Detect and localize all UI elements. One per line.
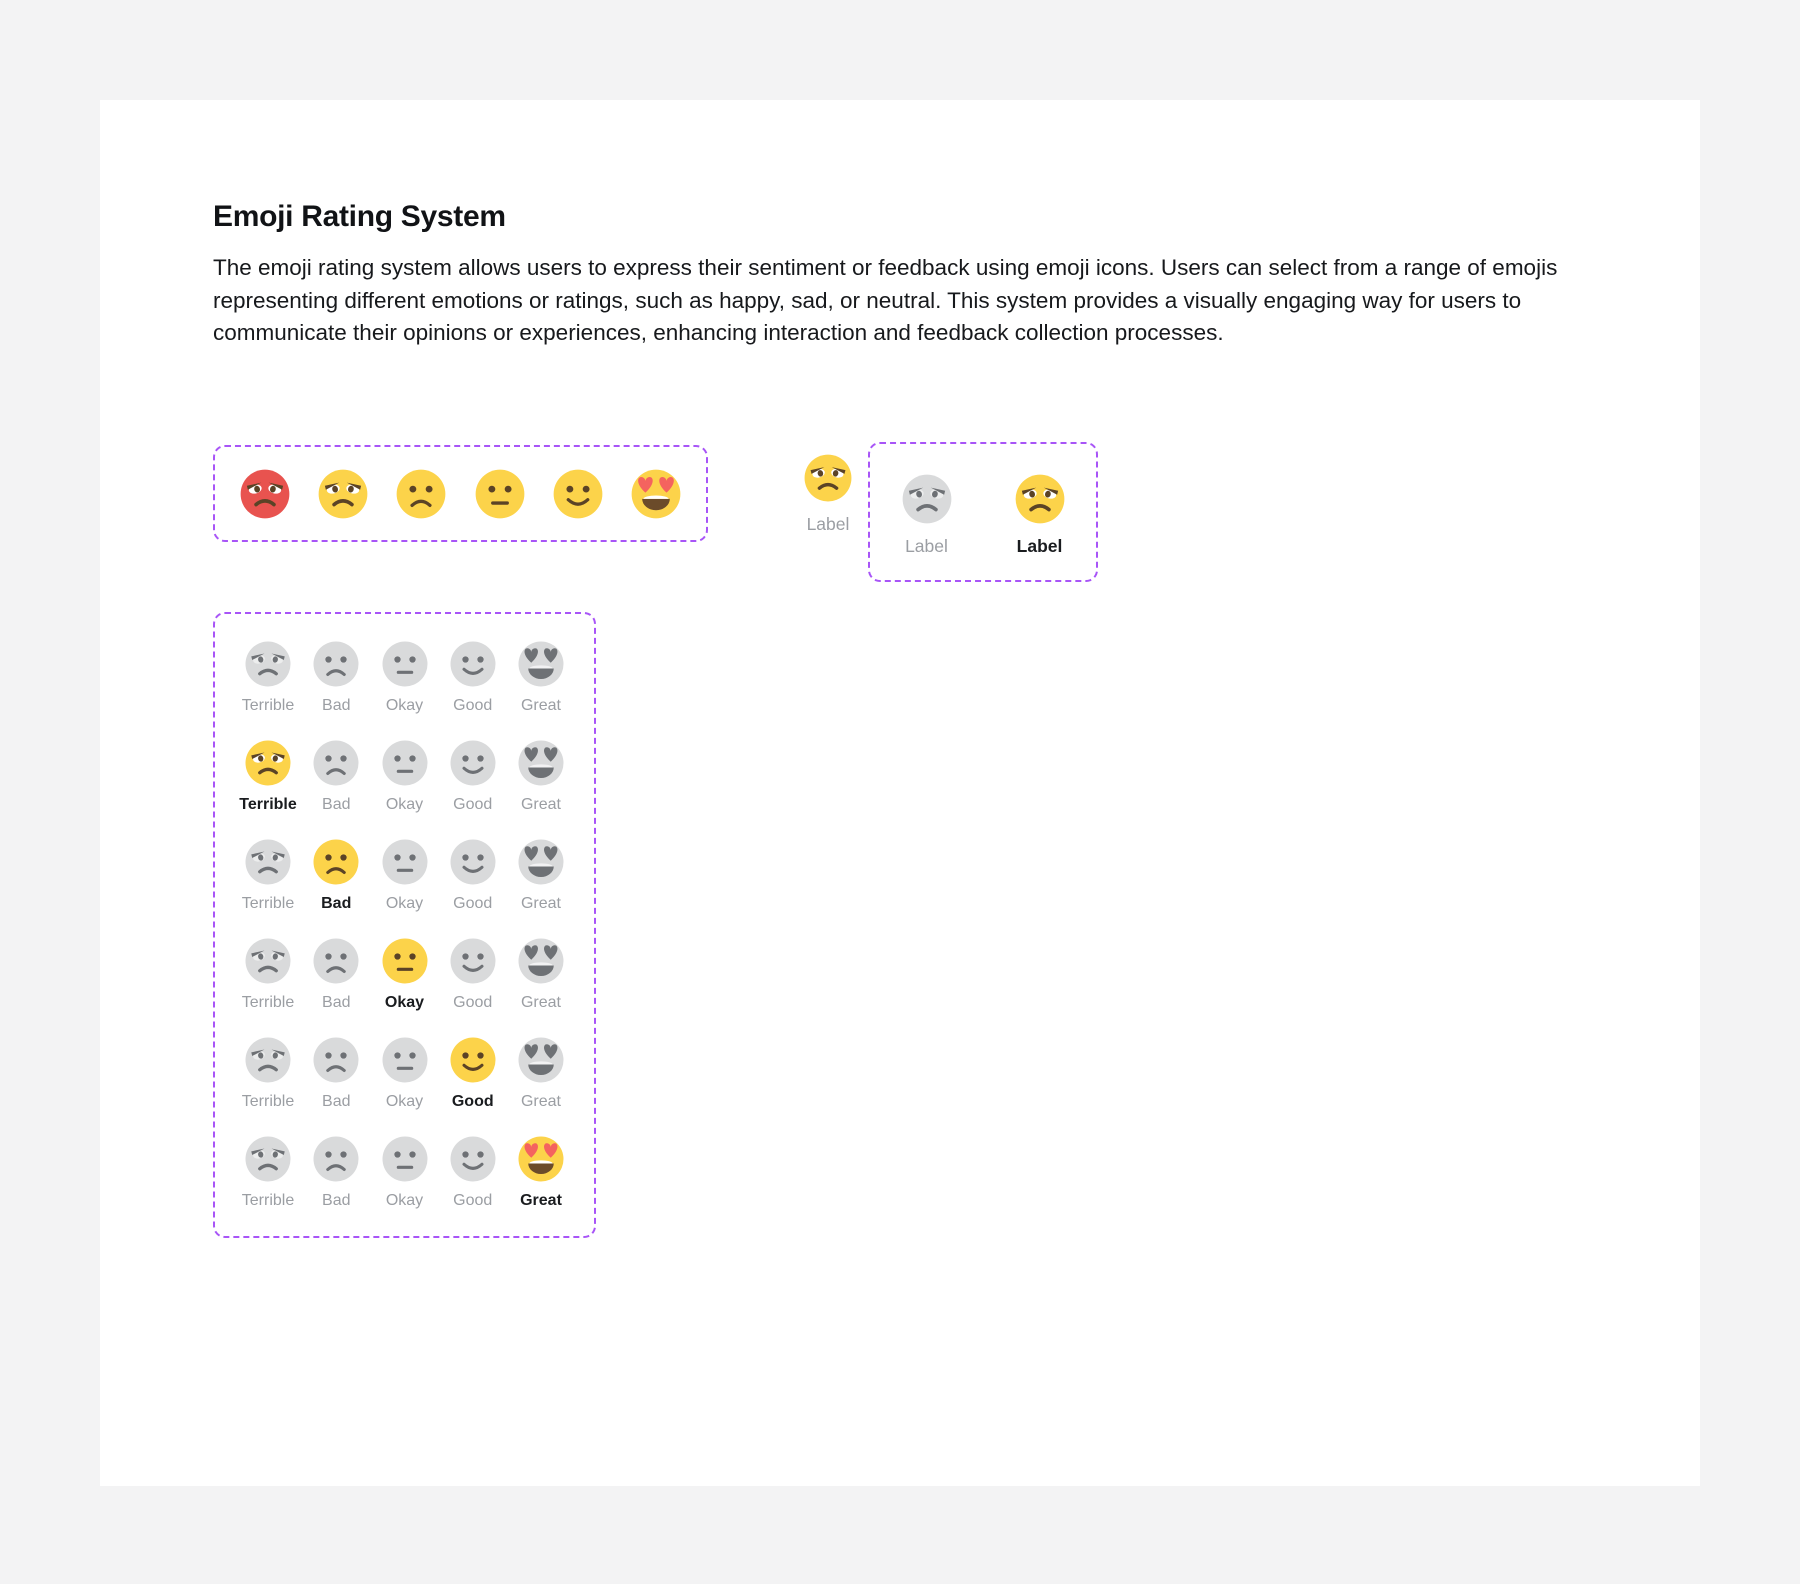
- option-label: Good: [453, 796, 493, 813]
- option-label: Bad: [322, 1192, 351, 1209]
- state-sample-default[interactable]: Label: [901, 473, 953, 557]
- rating-option-good[interactable]: Good: [444, 739, 502, 814]
- palette-emoji-frown[interactable]: [395, 468, 447, 520]
- content-card: Emoji Rating System The emoji rating sys…: [100, 100, 1700, 1486]
- palette-emoji-heart-eyes[interactable]: [630, 468, 682, 520]
- rating-option-bad[interactable]: Bad: [307, 1135, 365, 1210]
- rating-option-terrible[interactable]: Terrible: [239, 838, 297, 913]
- option-label: Bad: [322, 994, 351, 1011]
- option-label: Terrible: [241, 1093, 295, 1110]
- option-label: Good: [453, 994, 493, 1011]
- rating-option-okay[interactable]: Okay: [376, 1135, 434, 1210]
- rating-option-good[interactable]: Good: [444, 838, 502, 913]
- rating-row: Terrible Bad Okay Good Great: [215, 937, 594, 1012]
- rating-option-okay[interactable]: Okay: [376, 838, 434, 913]
- option-label: Bad: [321, 895, 352, 912]
- rating-option-terrible[interactable]: Terrible: [239, 1036, 297, 1111]
- rating-option-good[interactable]: Good: [444, 937, 502, 1012]
- option-label: Great: [520, 1192, 562, 1209]
- option-label: Good: [451, 1093, 494, 1110]
- option-label: Great: [520, 895, 561, 912]
- option-label: Okay: [385, 796, 424, 813]
- rating-row: Terrible Bad Okay Good Great: [215, 739, 594, 814]
- option-label: Okay: [385, 697, 424, 714]
- rating-option-great[interactable]: Great: [512, 1036, 570, 1111]
- rating-option-great[interactable]: Great: [512, 640, 570, 715]
- option-label: Terrible: [241, 994, 295, 1011]
- single-emoji-sample-angry[interactable]: Label: [773, 453, 883, 535]
- rating-option-bad[interactable]: Bad: [307, 739, 365, 814]
- rating-option-good[interactable]: Good: [444, 1135, 502, 1210]
- rating-row: Terrible Bad Okay Good Great: [215, 1036, 594, 1111]
- option-label: Terrible: [239, 796, 297, 813]
- rating-option-terrible[interactable]: Terrible: [239, 640, 297, 715]
- rating-option-great[interactable]: Great: [512, 1135, 570, 1210]
- rating-option-bad[interactable]: Bad: [307, 838, 365, 913]
- rating-option-terrible[interactable]: Terrible: [239, 937, 297, 1012]
- rating-option-okay[interactable]: Okay: [376, 1036, 434, 1111]
- rating-scale-grid: Terrible Bad Okay Good Great Terrible Bad Okay G…: [213, 612, 596, 1238]
- option-label: Bad: [322, 1093, 351, 1110]
- option-label: Good: [453, 895, 493, 912]
- option-label: Great: [520, 1093, 561, 1110]
- palette-emoji-rage[interactable]: [239, 468, 291, 520]
- rating-option-terrible[interactable]: Terrible: [239, 739, 297, 814]
- content-wrapper: Emoji Rating System The emoji rating sys…: [213, 200, 1633, 1238]
- demo-row: Label Label Label: [213, 442, 1413, 595]
- option-label: Bad: [322, 697, 351, 714]
- palette-emoji-smile[interactable]: [552, 468, 604, 520]
- option-label: Label: [905, 536, 948, 556]
- rating-option-good[interactable]: Good: [444, 640, 502, 715]
- rating-option-okay[interactable]: Okay: [376, 937, 434, 1012]
- state-sample-selected[interactable]: Label: [1014, 473, 1066, 557]
- rating-option-bad[interactable]: Bad: [307, 1036, 365, 1111]
- option-label: Okay: [385, 895, 424, 912]
- page-description: The emoji rating system allows users to …: [213, 255, 1558, 345]
- option-label: Great: [520, 796, 561, 813]
- option-label: Terrible: [241, 1192, 295, 1209]
- option-label: Okay: [385, 1093, 424, 1110]
- option-label: Okay: [384, 994, 425, 1011]
- option-label: Terrible: [241, 895, 295, 912]
- emoji-palette: [213, 445, 708, 542]
- rating-option-okay[interactable]: Okay: [376, 739, 434, 814]
- option-label: Good: [453, 697, 493, 714]
- option-label: Great: [520, 697, 561, 714]
- rating-option-good[interactable]: Good: [444, 1036, 502, 1111]
- option-label: Label: [1016, 536, 1063, 556]
- rating-row: Terrible Bad Okay Good Great: [215, 1135, 594, 1210]
- rating-option-great[interactable]: Great: [512, 937, 570, 1012]
- palette-emoji-neutral[interactable]: [474, 468, 526, 520]
- rating-row: Terrible Bad Okay Good Great: [215, 838, 594, 913]
- rating-option-great[interactable]: Great: [512, 739, 570, 814]
- rating-option-bad[interactable]: Bad: [307, 640, 365, 715]
- palette-emoji-angry[interactable]: [317, 468, 369, 520]
- option-label: Good: [453, 1192, 493, 1209]
- rating-option-okay[interactable]: Okay: [376, 640, 434, 715]
- rating-option-bad[interactable]: Bad: [307, 937, 365, 1012]
- rating-option-terrible[interactable]: Terrible: [239, 1135, 297, 1210]
- option-label: Great: [520, 994, 561, 1011]
- rating-row: Terrible Bad Okay Good Great: [215, 640, 594, 715]
- option-label: Terrible: [241, 697, 295, 714]
- option-label: Okay: [385, 1192, 424, 1209]
- page-title: Emoji Rating System: [213, 200, 506, 233]
- rating-option-great[interactable]: Great: [512, 838, 570, 913]
- emoji-state-pair: Label Label: [868, 442, 1098, 582]
- option-label: Label: [806, 514, 850, 534]
- option-label: Bad: [322, 796, 351, 813]
